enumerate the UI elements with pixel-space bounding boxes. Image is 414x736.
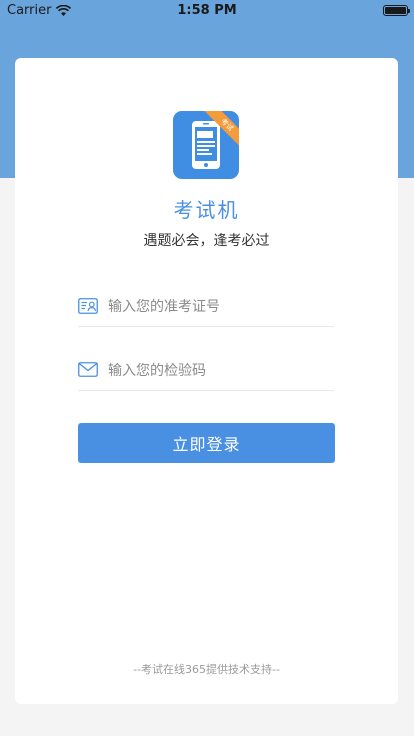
verification-code-input[interactable] [108,360,328,382]
login-button[interactable]: 立即登录 [78,423,335,463]
login-card: 考试 考试机 遇题必会，逢考必过 立即登录 --考试在线365提供技术支持-- [15,58,398,704]
footer-text: --考试在线365提供技术支持-- [133,663,280,676]
exam-id-input[interactable] [108,296,328,318]
app-slogan: 遇题必会，逢考必过 [143,233,270,249]
phone-app-icon: 考试 [173,111,239,179]
verification-code-field [78,354,334,391]
clock: 1:58 PM [177,3,237,18]
battery-icon [383,5,410,16]
phone-icon [192,121,220,169]
status-bar: Carrier 1:58 PM [0,0,414,22]
envelope-icon [78,362,98,377]
app-title: 考试机 [173,198,240,222]
exam-id-field [78,290,334,327]
id-card-icon [78,298,98,314]
